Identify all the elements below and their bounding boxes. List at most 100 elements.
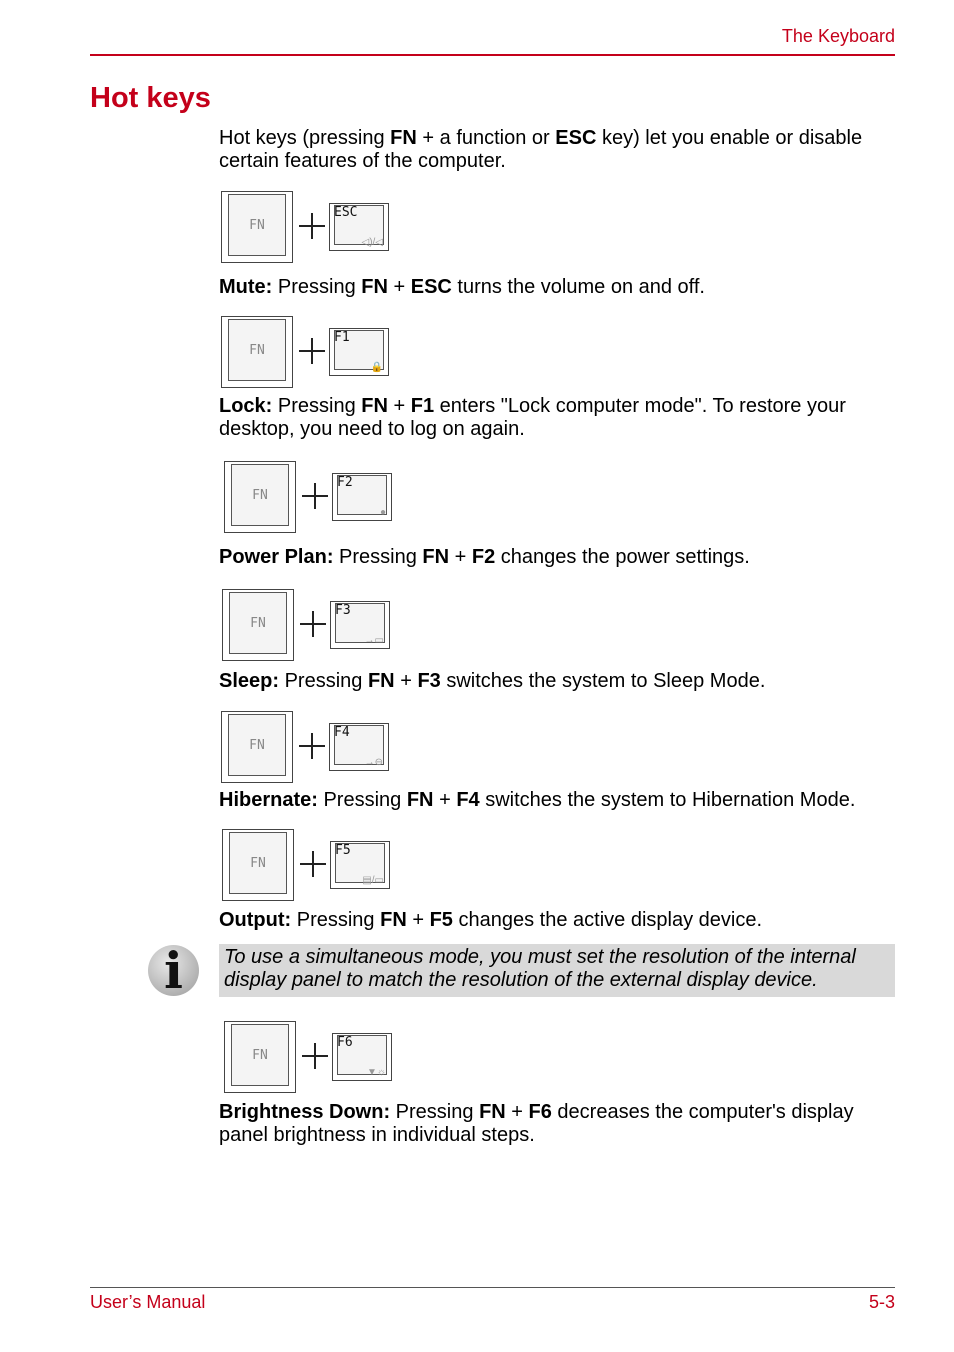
bold-term: FN xyxy=(479,1101,506,1123)
fn-key: FN xyxy=(222,829,294,901)
bold-term: F6 xyxy=(528,1101,552,1123)
bold-term: F2 xyxy=(471,546,496,568)
bold-term: Hibernate: xyxy=(219,789,318,811)
text-segment: changes the active display device. xyxy=(452,909,763,931)
footer-rule xyxy=(90,1287,895,1288)
note-box: To use a simultaneous mode, you must set… xyxy=(219,944,895,997)
bold-term: FN xyxy=(390,127,417,149)
bold-term: ESC xyxy=(555,127,597,149)
fn-key-label: FN xyxy=(249,343,265,358)
bold-term: ESC xyxy=(410,276,452,298)
text-segment: + xyxy=(406,909,430,931)
fn-key: FN xyxy=(224,461,296,533)
brightness-down-icon: ▼☼ xyxy=(366,1067,386,1078)
bold-term: Lock: xyxy=(219,395,273,417)
bold-term: Output: xyxy=(219,909,292,931)
sleep-icon: →▭ xyxy=(364,635,384,646)
function-key: F1 🔒 xyxy=(329,328,389,376)
function-key: F3 →▭ xyxy=(330,601,390,649)
bold-term: Sleep: xyxy=(219,670,280,692)
text-segment: + xyxy=(387,276,411,298)
key-combo-fn-f5: FN F5 ▤/▭ xyxy=(222,829,397,903)
plus-icon xyxy=(299,733,325,759)
hotkey-description: Lock: Pressing FN + F1 enters "Lock comp… xyxy=(219,395,899,441)
text-segment: switches the system to Hibernation Mode. xyxy=(479,789,856,811)
key-combo-fn-esc: FN ESC ◁)/◁ xyxy=(221,191,396,265)
fn-key-label: FN xyxy=(250,616,266,631)
bold-term: FN xyxy=(380,909,407,931)
plus-icon xyxy=(302,483,328,509)
bold-term: F5 xyxy=(429,909,453,931)
key-combo-fn-f3: FN F3 →▭ xyxy=(222,589,397,663)
bold-term: FN xyxy=(361,276,388,298)
bold-term: FN xyxy=(406,789,434,811)
text-segment: switches the system to Sleep Mode. xyxy=(440,670,766,692)
text-segment: + xyxy=(505,1101,529,1123)
hotkey-description: Brightness Down: Pressing FN + F6 decrea… xyxy=(219,1101,899,1147)
bold-term: F3 xyxy=(417,670,441,692)
plus-icon xyxy=(299,213,325,239)
text-segment: Pressing xyxy=(291,909,381,931)
power-plan-icon: ● xyxy=(379,507,386,518)
footer-manual: User’s Manual xyxy=(90,1292,206,1312)
function-key: F5 ▤/▭ xyxy=(330,841,390,889)
text-segment: + xyxy=(433,789,457,811)
text-segment: + a function or xyxy=(416,127,556,149)
text-segment: Pressing xyxy=(333,546,423,568)
fn-key: FN xyxy=(222,589,294,661)
fn-key-label: FN xyxy=(249,738,265,753)
fn-key-label: FN xyxy=(249,218,265,233)
text-segment: turns the volume on and off. xyxy=(451,276,705,298)
bold-term: Mute: xyxy=(219,276,273,298)
intro-paragraph: Hot keys (pressing FN + a function or ES… xyxy=(219,127,899,173)
fn-key-label: FN xyxy=(250,856,266,871)
key-combo-fn-f4: FN F4 →⊖ xyxy=(221,711,396,785)
fn-key-label: FN xyxy=(252,488,268,503)
text-segment: Hot keys (pressing xyxy=(219,127,391,149)
plus-icon xyxy=(300,851,326,877)
lock-icon: 🔒 xyxy=(370,362,383,373)
key-combo-fn-f1: FN F1 🔒 xyxy=(221,316,396,390)
text-segment: Pressing xyxy=(390,1101,480,1123)
hibernate-icon: →⊖ xyxy=(364,757,383,768)
text-segment: Pressing xyxy=(279,670,368,692)
fn-key-label: FN xyxy=(252,1048,268,1063)
text-segment: changes the power settings. xyxy=(495,546,750,568)
text-segment: Pressing xyxy=(272,395,362,417)
hotkey-description: Mute: Pressing FN + ESC turns the volume… xyxy=(219,276,899,299)
plus-icon xyxy=(299,338,325,364)
fn-key: FN xyxy=(221,316,293,388)
function-key-label: F6 xyxy=(337,1035,353,1050)
plus-icon xyxy=(300,611,326,637)
text-segment: + xyxy=(387,395,411,417)
hotkey-description: Power Plan: Pressing FN + F2 changes the… xyxy=(219,546,899,569)
fn-key: FN xyxy=(224,1021,296,1093)
hotkey-description: Output: Pressing FN + F5 changes the act… xyxy=(219,909,899,932)
bold-term: FN xyxy=(367,670,395,692)
key-combo-fn-f6: FN F6 ▼☼ xyxy=(224,1021,399,1095)
footer-page-number: 5-3 xyxy=(868,1292,895,1312)
function-key-label: F4 xyxy=(334,725,350,740)
bold-term: Brightness Down: xyxy=(219,1101,391,1123)
text-segment: Pressing xyxy=(317,789,407,811)
fn-key: FN xyxy=(221,191,293,263)
key-combo-fn-f2: FN F2 ● xyxy=(224,461,399,535)
function-key: F6 ▼☼ xyxy=(332,1033,392,1081)
bold-term: F4 xyxy=(456,789,480,811)
header-rule xyxy=(90,54,895,56)
bold-term: FN xyxy=(361,395,388,417)
text-segment: + xyxy=(394,670,418,692)
fn-key: FN xyxy=(221,711,293,783)
function-key-label: F2 xyxy=(337,475,353,490)
page-title: Hot keys xyxy=(90,82,211,114)
note-text: To use a simultaneous mode, you must set… xyxy=(224,946,856,991)
bold-term: Power Plan: xyxy=(219,546,334,568)
text-segment: + xyxy=(449,546,472,568)
header-section-title: The Keyboard xyxy=(781,26,895,46)
function-key: F2 ● xyxy=(332,473,392,521)
bold-term: FN xyxy=(422,546,450,568)
info-icon: i xyxy=(148,941,199,1000)
function-key-label: ESC xyxy=(334,205,358,220)
hotkey-description: Sleep: Pressing FN + F3 switches the sys… xyxy=(219,670,899,693)
function-key: F4 →⊖ xyxy=(329,723,389,771)
